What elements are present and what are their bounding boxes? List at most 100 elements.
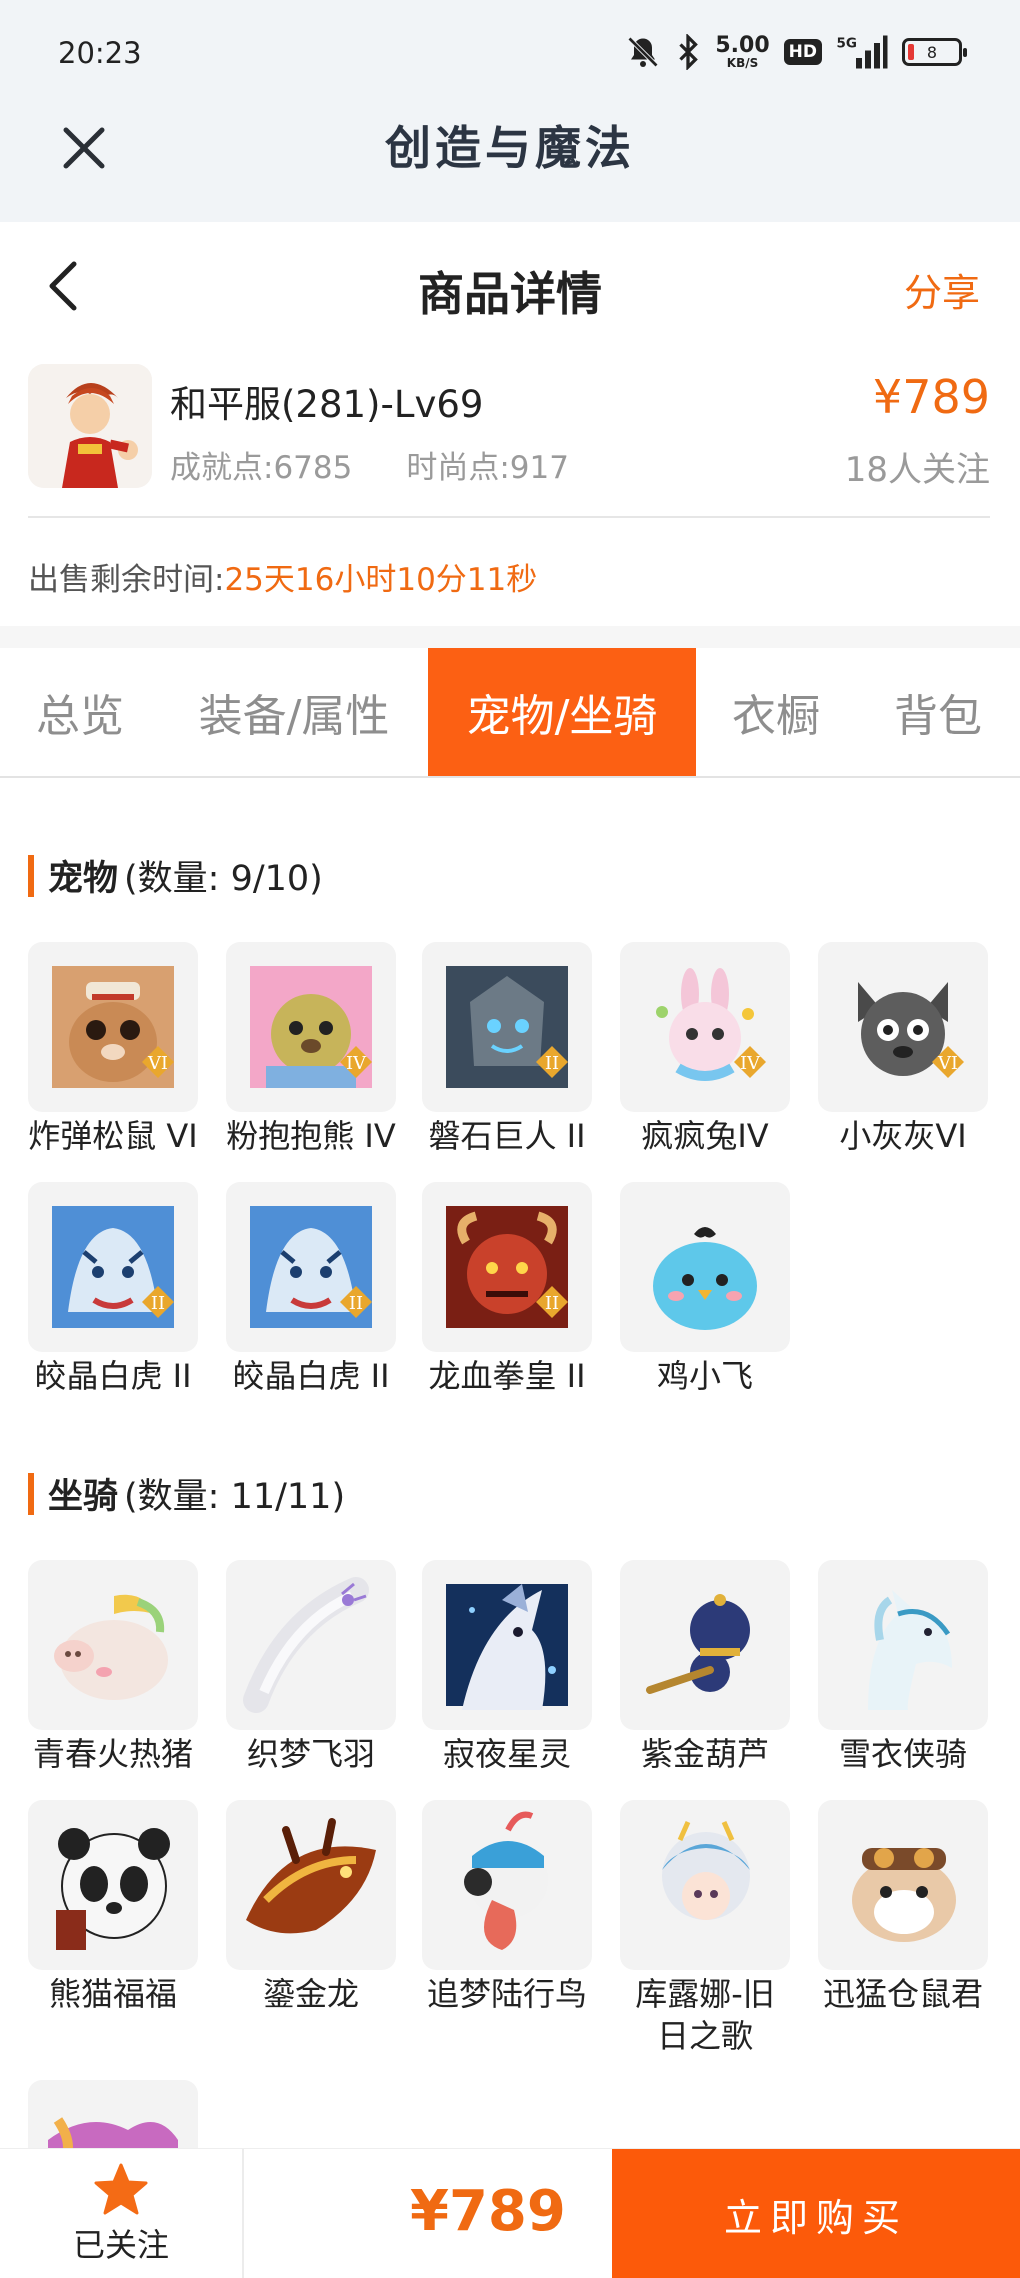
mount-thumbnail xyxy=(422,1560,592,1730)
divider xyxy=(28,516,990,518)
svg-text:II: II xyxy=(545,1053,559,1074)
mount-name: 青春火热猪 xyxy=(32,1735,193,1773)
fashion-points: 时尚点:917 xyxy=(406,450,569,486)
star-icon xyxy=(94,2163,148,2215)
mount-thumbnail xyxy=(818,1560,988,1730)
pet-name: 鸡小飞 xyxy=(656,1357,753,1395)
tab-equipment[interactable]: 装备/属性 xyxy=(160,648,428,776)
mount-item[interactable]: 寂夜星灵 xyxy=(422,1560,592,1776)
mount-thumbnail xyxy=(620,1560,790,1730)
mount-name: 鎏金龙 xyxy=(262,1975,359,2013)
pet-name: 皎晶白虎 II xyxy=(34,1357,192,1395)
section-gap xyxy=(0,626,1020,648)
battery-icon: 8 xyxy=(902,38,967,66)
svg-text:IV: IV xyxy=(346,1053,367,1074)
follower-count: 18人关注 xyxy=(844,450,990,490)
pet-item[interactable]: II 皎晶白虎 II xyxy=(226,1182,396,1398)
pet-thumbnail: II xyxy=(422,1182,592,1352)
svg-text:5G: 5G xyxy=(837,36,857,52)
mount-name: 库露娜-旧日之歌 xyxy=(635,1975,775,2055)
pet-name: 炸弹松鼠 VI xyxy=(28,1117,198,1155)
mute-bell-icon xyxy=(625,34,661,70)
pet-name: 磐石巨人 II xyxy=(428,1117,586,1155)
mount-name: 雪衣侠骑 xyxy=(838,1735,967,1773)
pet-name: 小灰灰VI xyxy=(839,1117,967,1155)
pets-section-title: 宠物 (数量: 9/10) xyxy=(28,850,323,901)
pet-item[interactable]: VI 炸弹松鼠 VI xyxy=(28,942,198,1158)
share-button[interactable]: 分享 xyxy=(904,262,980,317)
remaining-label: 出售剩余时间: xyxy=(28,562,225,598)
section-accent-bar xyxy=(28,854,34,897)
pet-thumbnail: IV xyxy=(620,942,790,1112)
mounts-section-title: 坐骑 (数量: 11/11) xyxy=(28,1468,345,1519)
sale-remaining-time: 出售剩余时间:25天16小时10分11秒 xyxy=(28,554,537,599)
mount-item[interactable]: 迅猛仓鼠君 xyxy=(818,1800,988,2016)
divider xyxy=(242,2149,244,2278)
tab-overview[interactable]: 总览 xyxy=(0,648,160,776)
svg-text:II: II xyxy=(349,1293,363,1314)
mount-item[interactable]: 库露娜-旧日之歌 xyxy=(620,1800,790,2057)
tab-bar: 总览 装备/属性 宠物/坐骑 衣橱 背包 xyxy=(0,648,1020,778)
svg-text:IV: IV xyxy=(740,1053,761,1074)
pet-thumbnail: II xyxy=(422,942,592,1112)
pet-name: 疯疯兔IV xyxy=(641,1117,769,1155)
mount-item[interactable]: 追梦陆行鸟 xyxy=(422,1800,592,2016)
achievement-points: 成就点:6785 xyxy=(170,450,353,486)
remaining-value: 25天16小时10分11秒 xyxy=(224,562,538,598)
bottom-action-bar: 已关注 ¥789 立即购买 xyxy=(0,2148,1020,2278)
pet-thumbnail: II xyxy=(226,1182,396,1352)
pet-item[interactable]: II 龙血拳皇 II xyxy=(422,1182,592,1398)
app-title: 创造与魔法 xyxy=(385,121,635,175)
pet-item[interactable]: VI 小灰灰VI xyxy=(818,942,988,1158)
pet-name: 粉抱抱熊 IV xyxy=(226,1117,396,1155)
app-header: 20:23 5.00 KB/S HD 5G 8 创造与魔法 xyxy=(0,0,1020,222)
mount-item[interactable]: 青春火热猪 xyxy=(28,1560,198,1776)
status-icons: 5.00 KB/S HD 5G 8 xyxy=(625,33,967,70)
pet-thumbnail xyxy=(620,1182,790,1352)
tab-backpack[interactable]: 背包 xyxy=(856,648,1020,776)
mount-thumbnail xyxy=(226,1560,396,1730)
mount-thumbnail xyxy=(28,1560,198,1730)
svg-text:VI: VI xyxy=(937,1053,958,1074)
net-speed: 5.00 KB/S xyxy=(715,33,770,70)
pet-thumbnail: II xyxy=(28,1182,198,1352)
pet-name: 龙血拳皇 II xyxy=(428,1357,586,1395)
bluetooth-icon xyxy=(675,34,701,70)
product-points: 成就点:6785 时尚点:917 xyxy=(170,442,569,487)
mount-thumbnail xyxy=(226,1800,396,1970)
section-accent-bar xyxy=(28,1472,34,1515)
mount-item[interactable]: 织梦飞羽 xyxy=(226,1560,396,1776)
buy-now-button[interactable]: 立即购买 xyxy=(612,2149,1020,2278)
hd-badge: HD xyxy=(783,39,822,65)
svg-text:II: II xyxy=(545,1293,559,1314)
pet-item[interactable]: II 磐石巨人 II xyxy=(422,942,592,1158)
mount-name: 织梦飞羽 xyxy=(246,1735,375,1773)
tab-wardrobe[interactable]: 衣橱 xyxy=(696,648,856,776)
tab-pets-mounts[interactable]: 宠物/坐骑 xyxy=(428,648,696,776)
signal-icon: 5G xyxy=(836,34,888,70)
mount-name: 迅猛仓鼠君 xyxy=(822,1975,983,2013)
pet-item[interactable]: IV 疯疯兔IV xyxy=(620,942,790,1158)
pet-item[interactable]: II 皎晶白虎 II xyxy=(28,1182,198,1398)
pet-item[interactable]: 鸡小飞 xyxy=(620,1182,790,1398)
mount-item[interactable]: 雪衣侠骑 xyxy=(818,1560,988,1776)
mount-item[interactable]: 鎏金龙 xyxy=(226,1800,396,2016)
svg-text:II: II xyxy=(151,1293,165,1314)
mount-name: 熊猫福福 xyxy=(48,1975,177,2013)
status-time: 20:23 xyxy=(58,36,142,70)
follow-label: 已关注 xyxy=(72,2226,169,2264)
avatar xyxy=(28,364,152,488)
follow-button[interactable]: 已关注 xyxy=(0,2149,242,2278)
mount-thumbnail xyxy=(818,1800,988,1970)
mount-item[interactable]: 熊猫福福 xyxy=(28,1800,198,2016)
mount-item[interactable]: 紫金葫芦 xyxy=(620,1560,790,1776)
bottom-price: ¥789 xyxy=(410,2179,566,2244)
pet-item[interactable]: IV 粉抱抱熊 IV xyxy=(226,942,396,1158)
pet-thumbnail: VI xyxy=(818,942,988,1112)
mount-thumbnail xyxy=(422,1800,592,1970)
page-title: 商品详情 xyxy=(418,267,602,321)
product-name: 和平服(281)-Lv69 xyxy=(170,383,484,426)
pet-thumbnail: IV xyxy=(226,942,396,1112)
mount-name: 追梦陆行鸟 xyxy=(426,1975,587,2013)
mount-thumbnail xyxy=(620,1800,790,1970)
